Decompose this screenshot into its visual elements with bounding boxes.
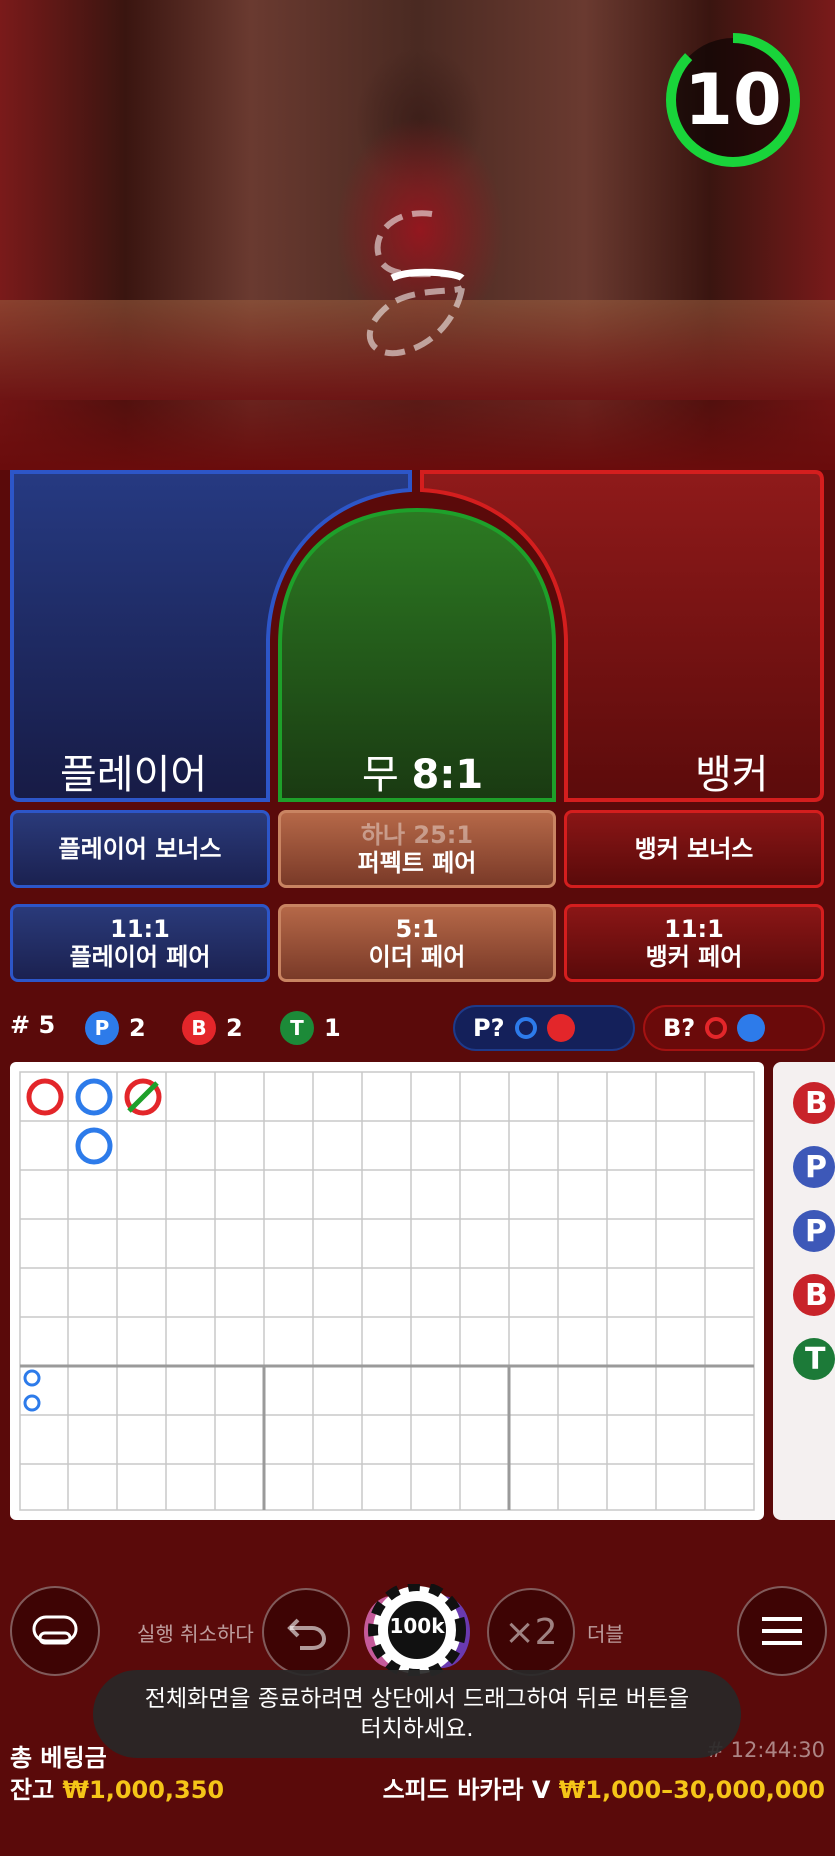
balance-label: 잔고	[10, 1776, 55, 1804]
bead-banker: B	[793, 1082, 835, 1124]
either-pair-label: 이더 페어	[368, 943, 466, 971]
toast-line-2: 터치하세요.	[360, 1716, 474, 1742]
either-pair-odds: 5:1	[395, 915, 439, 943]
tie-label: 무	[362, 752, 399, 798]
perfect-pair-label: 퍼펙트 페어	[357, 849, 477, 877]
blue-dot-icon	[737, 1014, 766, 1042]
player-bonus-button[interactable]: 플레이어 보너스	[10, 810, 270, 888]
player-win-count: 2	[129, 1014, 146, 1042]
banker-pair-odds: 11:1	[664, 915, 724, 943]
fullscreen-toast: 전체화면을 종료하려면 상단에서 드래그하여 뒤로 버튼을 터치하세요.	[93, 1670, 741, 1758]
tie-stat: T 1	[280, 1011, 341, 1045]
player-bet-label[interactable]: 플레이어	[60, 742, 207, 800]
red-ring-icon	[705, 1017, 728, 1039]
table-info: 스피드 바카라 V ₩1,000–30,000,000	[383, 1770, 825, 1805]
banker-bonus-label: 뱅커 보너스	[634, 835, 754, 863]
balance: 잔고 ₩1,000,350	[10, 1770, 224, 1805]
bead-road-panel[interactable]: B P P B T	[773, 1062, 835, 1520]
bead-player: P	[793, 1210, 835, 1252]
small-road-mark	[23, 1394, 41, 1412]
player-predict-label: P?	[473, 1014, 505, 1042]
player-bonus-label: 플레이어 보너스	[58, 835, 222, 863]
countdown-timer-value: 10	[684, 59, 782, 141]
tie-odds: 8:1	[411, 752, 484, 798]
tie-stat-icon: T	[280, 1011, 314, 1045]
balance-value: ₩1,000,350	[62, 1776, 225, 1804]
banker-stat-icon: B	[182, 1011, 216, 1045]
chair-icon	[32, 1615, 78, 1645]
menu-button[interactable]	[737, 1586, 827, 1676]
banker-predict-button[interactable]: B?	[643, 1005, 825, 1051]
bead-banker: B	[793, 1274, 835, 1316]
double-button[interactable]: ×2	[487, 1588, 575, 1676]
hamburger-menu-icon	[762, 1617, 802, 1645]
total-bet-label: 총 베팅금	[10, 1744, 107, 1772]
tie-count: 1	[324, 1014, 341, 1042]
red-dot-icon	[546, 1014, 575, 1042]
control-bar: 실행 취소하다 100k ×2 더블	[0, 1580, 835, 1680]
big-road-banker-mark	[26, 1078, 64, 1116]
banker-win-count: 2	[226, 1014, 243, 1042]
undo-button[interactable]	[262, 1588, 350, 1676]
double-label: 더블	[587, 1622, 624, 1646]
big-road-player-mark	[75, 1127, 113, 1165]
player-pair-label: 플레이어 페어	[69, 943, 211, 971]
round-count: # 5	[10, 1011, 56, 1039]
road-grid	[19, 1071, 755, 1511]
big-road-scoreboard[interactable]	[10, 1062, 764, 1520]
banker-pair-button[interactable]: 11:1 뱅커 페어	[564, 904, 824, 982]
undo-label: 실행 취소하다	[137, 1622, 254, 1646]
bead-player: P	[793, 1146, 835, 1188]
blue-ring-icon	[514, 1017, 537, 1039]
small-road-mark	[23, 1369, 41, 1387]
banker-pair-label: 뱅커 페어	[645, 943, 743, 971]
bead-tie: T	[793, 1338, 835, 1380]
chip-value: 100k	[389, 1614, 445, 1638]
banker-win-stat: B 2	[182, 1011, 243, 1045]
loading-spinner-icon	[366, 210, 465, 357]
game-name: 스피드 바카라 V	[382, 1776, 551, 1804]
either-pair-button[interactable]: 5:1 이더 페어	[278, 904, 556, 982]
player-stat-icon: P	[85, 1011, 119, 1045]
perfect-pair-odds: 하나 25:1	[360, 821, 474, 849]
tie-bet-label[interactable]: 무 8:1	[362, 742, 483, 800]
undo-icon	[287, 1618, 327, 1650]
stats-bar: # 5 P 2 B 2 T 1 P? B?	[0, 1005, 835, 1051]
lobby-button[interactable]	[10, 1586, 100, 1676]
perfect-pair-button[interactable]: 하나 25:1 퍼펙트 페어	[278, 810, 556, 888]
toast-line-1: 전체화면을 종료하려면 상단에서 드래그하여 뒤로 버튼을	[144, 1686, 690, 1712]
bet-limits: ₩1,000–30,000,000	[558, 1776, 825, 1804]
player-pair-odds: 11:1	[110, 915, 170, 943]
banker-bet-label[interactable]: 뱅커	[695, 742, 769, 800]
big-road-player-mark	[75, 1078, 113, 1116]
player-predict-button[interactable]: P?	[453, 1005, 635, 1051]
player-win-stat: P 2	[85, 1011, 146, 1045]
banker-predict-label: B?	[663, 1014, 696, 1042]
player-pair-button[interactable]: 11:1 플레이어 페어	[10, 904, 270, 982]
banker-bonus-button[interactable]: 뱅커 보너스	[564, 810, 824, 888]
